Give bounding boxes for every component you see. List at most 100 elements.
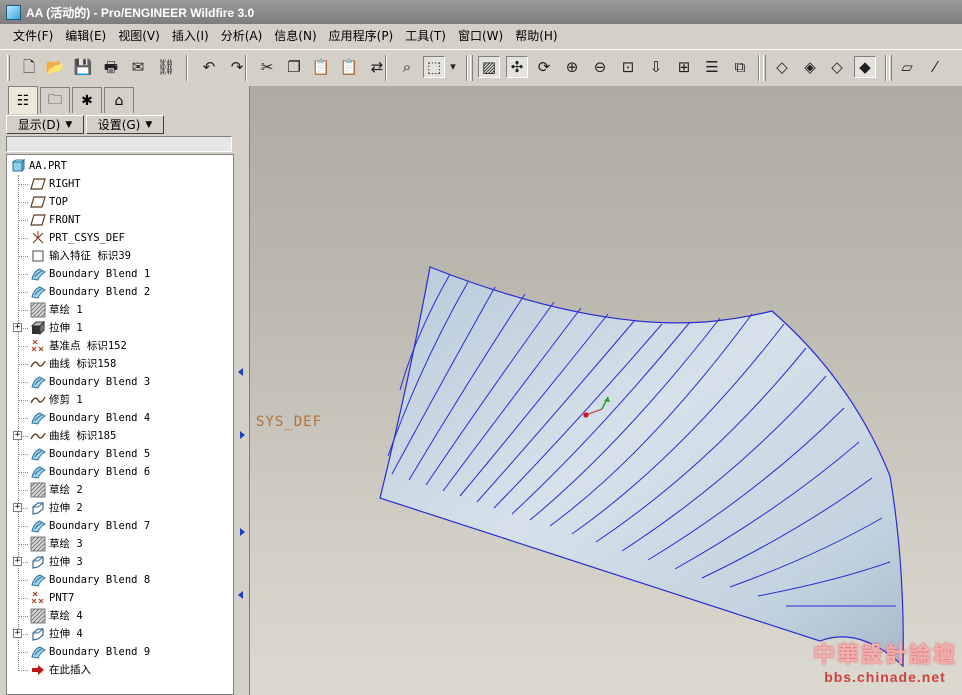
select-dropdown-button[interactable]: ▾: [447, 56, 459, 78]
tree-item-label: PRT_CSYS_DEF: [49, 232, 125, 244]
refit-button[interactable]: ⊡: [617, 56, 639, 78]
tree-item[interactable]: 草绘 3: [7, 535, 233, 553]
view-manager-button[interactable]: ⧉: [729, 56, 751, 78]
tree-item[interactable]: Boundary Blend 2: [7, 283, 233, 301]
tree-item[interactable]: Boundary Blend 5: [7, 445, 233, 463]
paste-special-button[interactable]: 📋: [338, 56, 360, 78]
select-box-button[interactable]: ⬚: [423, 56, 445, 78]
tree-item[interactable]: 草绘 1: [7, 301, 233, 319]
paste-button[interactable]: 📋: [310, 56, 332, 78]
tree-item[interactable]: 在此插入: [7, 661, 233, 679]
toolbar-grip[interactable]: [889, 55, 892, 81]
tree-item[interactable]: FRONT: [7, 211, 233, 229]
menu-item[interactable]: 工具(T): [399, 26, 452, 46]
expand-icon[interactable]: +: [13, 323, 22, 332]
tree-item[interactable]: + 拉伸 3: [7, 553, 233, 571]
toolbar-separator: [186, 55, 188, 81]
menu-item[interactable]: 文件(F): [7, 26, 59, 46]
orient-mode-button[interactable]: ⟳: [533, 56, 555, 78]
expand-icon[interactable]: +: [13, 557, 22, 566]
expand-icon[interactable]: +: [13, 503, 22, 512]
wireframe-button[interactable]: ◇: [771, 56, 793, 78]
tab-favorites[interactable]: ✱: [72, 87, 102, 113]
spin-center-button[interactable]: ✣: [506, 56, 528, 78]
tree-item[interactable]: Boundary Blend 7: [7, 517, 233, 535]
find-button[interactable]: ⌕: [396, 56, 418, 78]
collapse-left-icon[interactable]: [238, 591, 243, 599]
tree-item[interactable]: 修剪 1: [7, 391, 233, 409]
toolbar-grip[interactable]: [763, 55, 766, 81]
new-button[interactable]: 🗋: [18, 56, 40, 78]
menu-item[interactable]: 信息(N): [268, 26, 322, 46]
tree-item[interactable]: RIGHT: [7, 175, 233, 193]
expand-icon[interactable]: +: [13, 431, 22, 440]
menu-item[interactable]: 插入(I): [166, 26, 215, 46]
saved-views-button[interactable]: ⊞: [673, 56, 695, 78]
copy-button[interactable]: ❐: [283, 56, 305, 78]
tree-item-label: Boundary Blend 4: [49, 412, 151, 424]
menu-item[interactable]: 应用程序(P): [323, 26, 400, 46]
toolbar-grip[interactable]: [470, 55, 473, 81]
sketch-icon: [30, 302, 46, 318]
tree-item[interactable]: PRT_CSYS_DEF: [7, 229, 233, 247]
show-dropdown-button[interactable]: 显示(D) ▼: [6, 115, 84, 134]
cut-button[interactable]: ✂: [256, 56, 278, 78]
datum-planes-icon: ▱: [901, 58, 913, 76]
tree-item[interactable]: PNT7: [7, 589, 233, 607]
regenerate-button[interactable]: ⇄: [366, 56, 388, 78]
undo-button[interactable]: ↶: [198, 56, 220, 78]
settings-dropdown-button[interactable]: 设置(G) ▼: [86, 115, 164, 134]
expand-right-icon[interactable]: [240, 431, 245, 439]
menu-item[interactable]: 编辑(E): [59, 26, 112, 46]
datum-axes-button[interactable]: ⁄: [924, 56, 946, 78]
tree-root[interactable]: AA.PRT: [7, 157, 233, 175]
tree-item[interactable]: Boundary Blend 3: [7, 373, 233, 391]
zoom-out-button[interactable]: ⊖: [589, 56, 611, 78]
tree-item[interactable]: Boundary Blend 1: [7, 265, 233, 283]
menu-item[interactable]: 帮助(H): [509, 26, 563, 46]
send-mail-button[interactable]: ✉: [127, 56, 149, 78]
tree-item[interactable]: Boundary Blend 4: [7, 409, 233, 427]
expand-right-icon[interactable]: [240, 528, 245, 536]
zoom-in-button[interactable]: ⊕: [561, 56, 583, 78]
tree-filter-field[interactable]: [6, 136, 232, 152]
collapse-left-icon[interactable]: [238, 368, 243, 376]
boundary-blend-surface[interactable]: [250, 86, 962, 695]
tree-item[interactable]: Boundary Blend 8: [7, 571, 233, 589]
print-button[interactable]: 🖶: [100, 56, 122, 78]
redo-button[interactable]: ↷: [226, 56, 248, 78]
datum-planes-button[interactable]: ▱: [896, 56, 918, 78]
tree-item[interactable]: + 拉伸 1: [7, 319, 233, 337]
tree-item[interactable]: 草绘 2: [7, 481, 233, 499]
layers-button[interactable]: ☰: [701, 56, 723, 78]
send-link-button[interactable]: ⛓: [155, 56, 177, 78]
tab-model-tree[interactable]: ☷: [8, 86, 38, 114]
tree-item[interactable]: Boundary Blend 9: [7, 643, 233, 661]
save-button[interactable]: 💾: [72, 56, 94, 78]
tree-item[interactable]: 基准点 标识152: [7, 337, 233, 355]
shading-button[interactable]: ◆: [854, 56, 876, 78]
tree-item[interactable]: + 曲线 标识185: [7, 427, 233, 445]
tree-item[interactable]: TOP: [7, 193, 233, 211]
menu-item[interactable]: 分析(A): [215, 26, 269, 46]
menu-item[interactable]: 窗口(W): [452, 26, 509, 46]
tree-item[interactable]: 草绘 4: [7, 607, 233, 625]
refit-icon: ⊡: [621, 58, 635, 76]
repaint-button[interactable]: ▨: [478, 56, 500, 78]
panel-splitter[interactable]: [236, 86, 250, 695]
reorient-button[interactable]: ⇩: [645, 56, 667, 78]
open-button[interactable]: 📂: [44, 56, 66, 78]
tab-folder-browser[interactable]: 🗀: [40, 87, 70, 113]
tree-item[interactable]: + 拉伸 2: [7, 499, 233, 517]
tab-connections[interactable]: ⌂: [104, 87, 134, 113]
graphics-window[interactable]: SYS_DEF 中華設計論壇 bbs.chinade.net: [250, 86, 962, 695]
tree-item[interactable]: + 拉伸 4: [7, 625, 233, 643]
menu-item[interactable]: 视图(V): [112, 26, 166, 46]
no-hidden-button[interactable]: ◇: [826, 56, 848, 78]
tree-item[interactable]: 输入特征 标识39: [7, 247, 233, 265]
tree-item[interactable]: 曲线 标识158: [7, 355, 233, 373]
tree-item[interactable]: Boundary Blend 6: [7, 463, 233, 481]
hidden-line-button[interactable]: ◈: [799, 56, 821, 78]
expand-icon[interactable]: +: [13, 629, 22, 638]
toolbar-grip[interactable]: [7, 55, 10, 81]
